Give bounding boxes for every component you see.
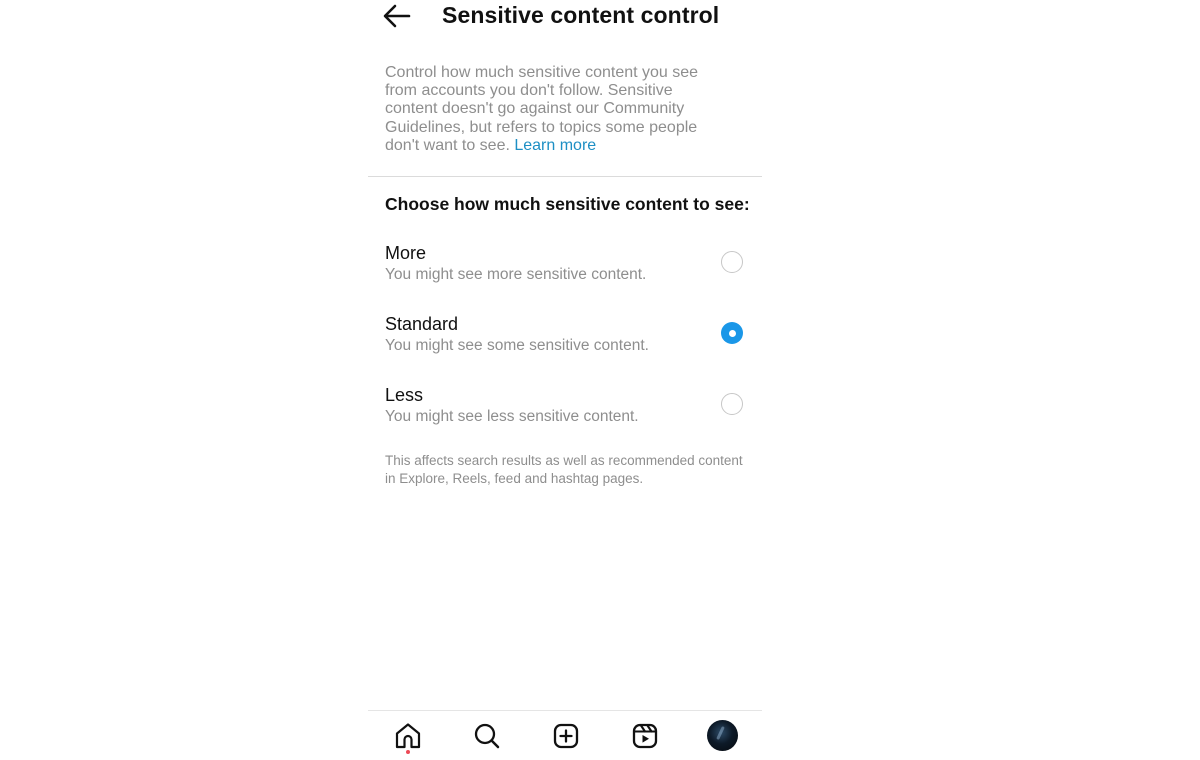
reels-icon [632,723,658,749]
option-less[interactable]: Less You might see less sensitive conten… [368,384,762,444]
option-more[interactable]: More You might see more sensitive conten… [368,242,762,302]
notification-dot [406,750,410,754]
radio-standard[interactable] [721,322,743,344]
home-icon [395,723,421,749]
back-button[interactable] [382,2,412,30]
create-post-icon [553,723,579,749]
option-subtitle: You might see more sensitive content. [385,266,647,283]
learn-more-link[interactable]: Learn more [514,137,596,154]
footnote-text: This affects search results as well as r… [385,453,743,486]
page-title: Sensitive content control [442,2,720,28]
option-subtitle: You might see less sensitive content. [385,408,639,425]
section-heading: Choose how much sensitive content to see… [385,194,750,214]
option-title: More [385,243,427,263]
header: Sensitive content control [368,0,762,32]
profile-avatar[interactable] [707,720,738,751]
nav-search[interactable] [472,721,502,751]
nav-home[interactable] [393,721,423,754]
radio-less[interactable] [721,393,743,415]
nav-reels[interactable] [630,721,660,751]
description-text: Control how much sensitive content you s… [385,64,710,155]
nav-create[interactable] [551,721,581,751]
arrow-left-icon [383,4,411,28]
bottom-nav [368,711,762,760]
sensitive-content-screen: Sensitive content control Control how mu… [368,0,762,760]
option-standard[interactable]: Standard You might see some sensitive co… [368,313,762,373]
radio-more[interactable] [721,251,743,273]
option-title: Less [385,385,424,405]
section-divider [368,176,762,177]
option-title: Standard [385,314,459,334]
search-icon [474,723,500,749]
option-subtitle: You might see some sensitive content. [385,337,649,354]
